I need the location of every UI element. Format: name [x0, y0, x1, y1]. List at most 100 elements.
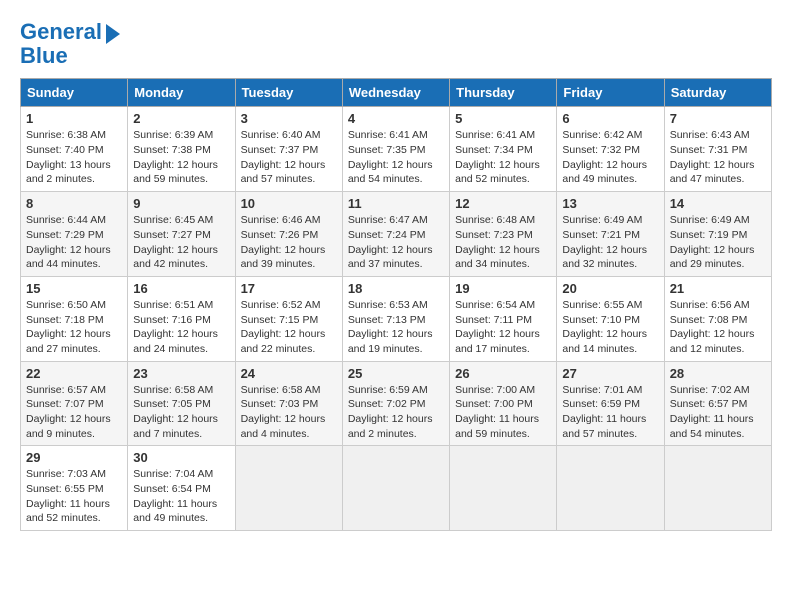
calendar-week-row: 22 Sunrise: 6:57 AMSunset: 7:07 PMDaylig… — [21, 361, 772, 446]
day-info: Sunrise: 6:40 AMSunset: 7:37 PMDaylight:… — [241, 128, 337, 187]
day-number: 16 — [133, 281, 229, 296]
weekday-header-row: SundayMondayTuesdayWednesdayThursdayFrid… — [21, 79, 772, 107]
calendar-cell: 27 Sunrise: 7:01 AMSunset: 6:59 PMDaylig… — [557, 361, 664, 446]
page-header: General Blue — [20, 20, 772, 68]
day-info: Sunrise: 6:49 AMSunset: 7:21 PMDaylight:… — [562, 213, 658, 272]
weekday-header-friday: Friday — [557, 79, 664, 107]
day-number: 15 — [26, 281, 122, 296]
calendar-cell — [342, 446, 449, 531]
calendar-cell: 13 Sunrise: 6:49 AMSunset: 7:21 PMDaylig… — [557, 192, 664, 277]
day-number: 27 — [562, 366, 658, 381]
day-info: Sunrise: 6:53 AMSunset: 7:13 PMDaylight:… — [348, 298, 444, 357]
day-info: Sunrise: 6:51 AMSunset: 7:16 PMDaylight:… — [133, 298, 229, 357]
calendar-cell: 4 Sunrise: 6:41 AMSunset: 7:35 PMDayligh… — [342, 107, 449, 192]
calendar-cell — [664, 446, 771, 531]
calendar-cell — [450, 446, 557, 531]
day-info: Sunrise: 7:04 AMSunset: 6:54 PMDaylight:… — [133, 467, 229, 526]
calendar-cell: 8 Sunrise: 6:44 AMSunset: 7:29 PMDayligh… — [21, 192, 128, 277]
calendar-cell: 9 Sunrise: 6:45 AMSunset: 7:27 PMDayligh… — [128, 192, 235, 277]
day-info: Sunrise: 6:46 AMSunset: 7:26 PMDaylight:… — [241, 213, 337, 272]
calendar-cell: 29 Sunrise: 7:03 AMSunset: 6:55 PMDaylig… — [21, 446, 128, 531]
day-number: 18 — [348, 281, 444, 296]
calendar-cell: 5 Sunrise: 6:41 AMSunset: 7:34 PMDayligh… — [450, 107, 557, 192]
day-number: 10 — [241, 196, 337, 211]
calendar-cell: 7 Sunrise: 6:43 AMSunset: 7:31 PMDayligh… — [664, 107, 771, 192]
day-info: Sunrise: 7:00 AMSunset: 7:00 PMDaylight:… — [455, 383, 551, 442]
logo-arrow-icon — [106, 24, 120, 44]
calendar-cell: 21 Sunrise: 6:56 AMSunset: 7:08 PMDaylig… — [664, 276, 771, 361]
day-info: Sunrise: 6:39 AMSunset: 7:38 PMDaylight:… — [133, 128, 229, 187]
calendar-week-row: 8 Sunrise: 6:44 AMSunset: 7:29 PMDayligh… — [21, 192, 772, 277]
day-info: Sunrise: 6:58 AMSunset: 7:03 PMDaylight:… — [241, 383, 337, 442]
calendar-cell: 24 Sunrise: 6:58 AMSunset: 7:03 PMDaylig… — [235, 361, 342, 446]
calendar-cell — [557, 446, 664, 531]
day-number: 6 — [562, 111, 658, 126]
calendar-week-row: 1 Sunrise: 6:38 AMSunset: 7:40 PMDayligh… — [21, 107, 772, 192]
day-number: 17 — [241, 281, 337, 296]
day-info: Sunrise: 6:50 AMSunset: 7:18 PMDaylight:… — [26, 298, 122, 357]
day-number: 22 — [26, 366, 122, 381]
day-number: 5 — [455, 111, 551, 126]
day-number: 8 — [26, 196, 122, 211]
calendar-table: SundayMondayTuesdayWednesdayThursdayFrid… — [20, 78, 772, 531]
calendar-cell: 22 Sunrise: 6:57 AMSunset: 7:07 PMDaylig… — [21, 361, 128, 446]
day-info: Sunrise: 6:52 AMSunset: 7:15 PMDaylight:… — [241, 298, 337, 357]
calendar-cell — [235, 446, 342, 531]
logo: General Blue — [20, 20, 120, 68]
day-number: 2 — [133, 111, 229, 126]
day-number: 12 — [455, 196, 551, 211]
day-info: Sunrise: 6:55 AMSunset: 7:10 PMDaylight:… — [562, 298, 658, 357]
calendar-cell: 16 Sunrise: 6:51 AMSunset: 7:16 PMDaylig… — [128, 276, 235, 361]
day-info: Sunrise: 6:45 AMSunset: 7:27 PMDaylight:… — [133, 213, 229, 272]
day-info: Sunrise: 6:43 AMSunset: 7:31 PMDaylight:… — [670, 128, 766, 187]
day-number: 13 — [562, 196, 658, 211]
day-info: Sunrise: 6:47 AMSunset: 7:24 PMDaylight:… — [348, 213, 444, 272]
calendar-cell: 3 Sunrise: 6:40 AMSunset: 7:37 PMDayligh… — [235, 107, 342, 192]
day-number: 23 — [133, 366, 229, 381]
day-number: 14 — [670, 196, 766, 211]
calendar-cell: 28 Sunrise: 7:02 AMSunset: 6:57 PMDaylig… — [664, 361, 771, 446]
day-number: 24 — [241, 366, 337, 381]
day-info: Sunrise: 6:38 AMSunset: 7:40 PMDaylight:… — [26, 128, 122, 187]
day-info: Sunrise: 6:48 AMSunset: 7:23 PMDaylight:… — [455, 213, 551, 272]
day-number: 1 — [26, 111, 122, 126]
day-info: Sunrise: 6:54 AMSunset: 7:11 PMDaylight:… — [455, 298, 551, 357]
day-info: Sunrise: 7:01 AMSunset: 6:59 PMDaylight:… — [562, 383, 658, 442]
day-info: Sunrise: 6:41 AMSunset: 7:34 PMDaylight:… — [455, 128, 551, 187]
logo-text-blue: Blue — [20, 44, 120, 68]
day-info: Sunrise: 6:44 AMSunset: 7:29 PMDaylight:… — [26, 213, 122, 272]
logo-text: General — [20, 20, 102, 44]
day-info: Sunrise: 6:57 AMSunset: 7:07 PMDaylight:… — [26, 383, 122, 442]
day-info: Sunrise: 6:42 AMSunset: 7:32 PMDaylight:… — [562, 128, 658, 187]
calendar-cell: 25 Sunrise: 6:59 AMSunset: 7:02 PMDaylig… — [342, 361, 449, 446]
day-info: Sunrise: 6:58 AMSunset: 7:05 PMDaylight:… — [133, 383, 229, 442]
calendar-cell: 15 Sunrise: 6:50 AMSunset: 7:18 PMDaylig… — [21, 276, 128, 361]
calendar-cell: 20 Sunrise: 6:55 AMSunset: 7:10 PMDaylig… — [557, 276, 664, 361]
day-number: 3 — [241, 111, 337, 126]
day-number: 28 — [670, 366, 766, 381]
weekday-header-wednesday: Wednesday — [342, 79, 449, 107]
day-number: 26 — [455, 366, 551, 381]
day-info: Sunrise: 7:03 AMSunset: 6:55 PMDaylight:… — [26, 467, 122, 526]
calendar-cell: 12 Sunrise: 6:48 AMSunset: 7:23 PMDaylig… — [450, 192, 557, 277]
calendar-cell: 19 Sunrise: 6:54 AMSunset: 7:11 PMDaylig… — [450, 276, 557, 361]
calendar-cell: 18 Sunrise: 6:53 AMSunset: 7:13 PMDaylig… — [342, 276, 449, 361]
weekday-header-thursday: Thursday — [450, 79, 557, 107]
day-info: Sunrise: 6:41 AMSunset: 7:35 PMDaylight:… — [348, 128, 444, 187]
day-info: Sunrise: 6:59 AMSunset: 7:02 PMDaylight:… — [348, 383, 444, 442]
weekday-header-monday: Monday — [128, 79, 235, 107]
calendar-cell: 11 Sunrise: 6:47 AMSunset: 7:24 PMDaylig… — [342, 192, 449, 277]
calendar-cell: 6 Sunrise: 6:42 AMSunset: 7:32 PMDayligh… — [557, 107, 664, 192]
calendar-week-row: 29 Sunrise: 7:03 AMSunset: 6:55 PMDaylig… — [21, 446, 772, 531]
day-number: 25 — [348, 366, 444, 381]
calendar-cell: 17 Sunrise: 6:52 AMSunset: 7:15 PMDaylig… — [235, 276, 342, 361]
calendar-cell: 23 Sunrise: 6:58 AMSunset: 7:05 PMDaylig… — [128, 361, 235, 446]
calendar-cell: 1 Sunrise: 6:38 AMSunset: 7:40 PMDayligh… — [21, 107, 128, 192]
calendar-cell: 2 Sunrise: 6:39 AMSunset: 7:38 PMDayligh… — [128, 107, 235, 192]
day-number: 30 — [133, 450, 229, 465]
day-number: 9 — [133, 196, 229, 211]
calendar-cell: 14 Sunrise: 6:49 AMSunset: 7:19 PMDaylig… — [664, 192, 771, 277]
calendar-cell: 26 Sunrise: 7:00 AMSunset: 7:00 PMDaylig… — [450, 361, 557, 446]
day-number: 29 — [26, 450, 122, 465]
weekday-header-sunday: Sunday — [21, 79, 128, 107]
